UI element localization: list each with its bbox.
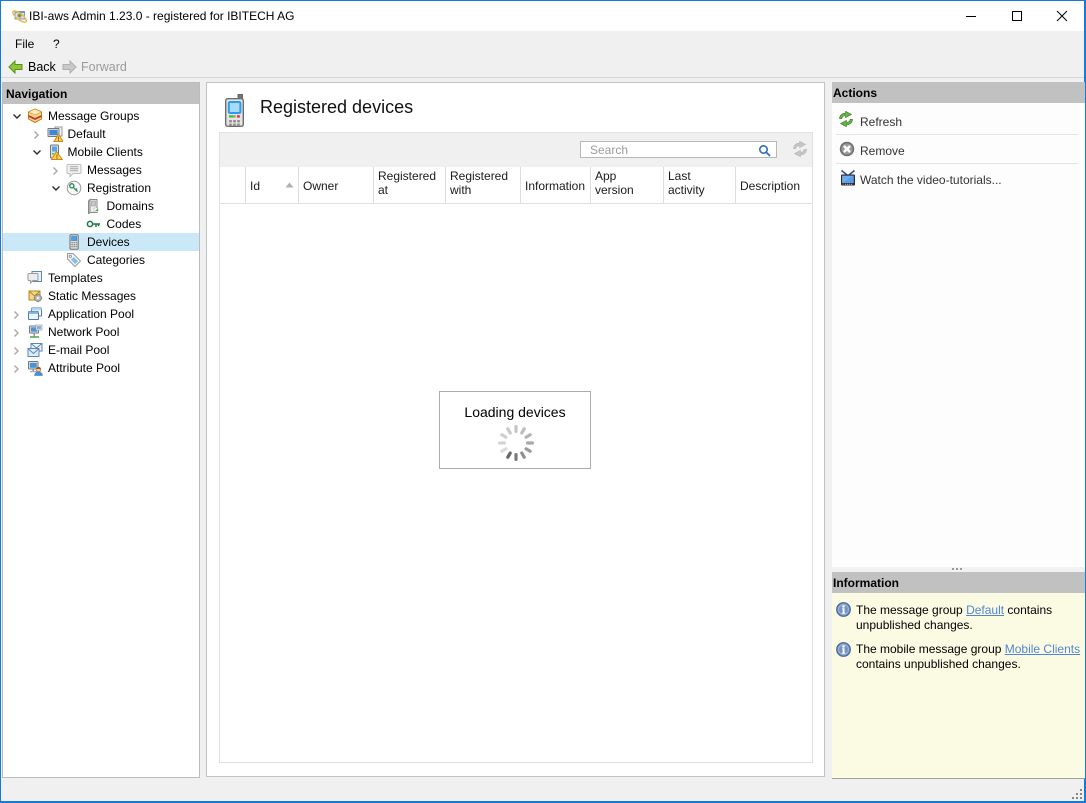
svg-text:!: ! [55, 154, 57, 160]
svg-text:!: ! [57, 137, 59, 142]
